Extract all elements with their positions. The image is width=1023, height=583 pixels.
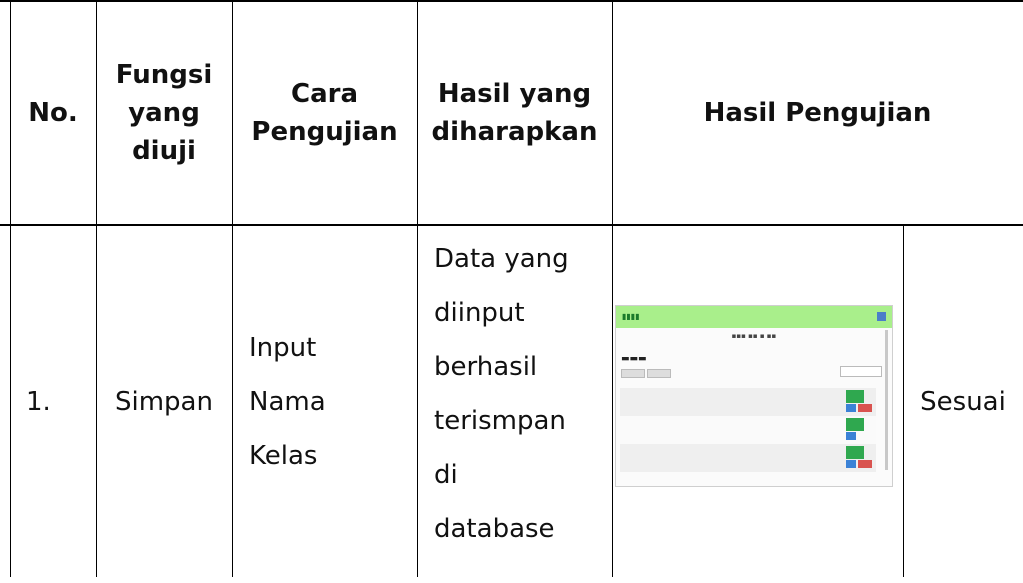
- header-cara-line-1: Cara: [291, 79, 358, 109]
- header-fungsi-line-1: Fungsi: [115, 60, 213, 90]
- header-hasil-harap-line-1: Hasil yang: [437, 79, 592, 109]
- row-1-cara-line-1: Input: [249, 332, 317, 363]
- row-1-cara-line-2: Nama: [249, 386, 326, 417]
- header-no: No.: [10, 2, 96, 224]
- row-1-status-value: Sesuai: [920, 386, 1006, 417]
- result-screenshot-image: ▮▮▮▮ ▪▪▪ ▪▪ ▪ ▪▪ ▬▬▬: [615, 305, 893, 487]
- header-hasil-harap-line-2: diharapkan: [431, 117, 598, 147]
- thumb-title: ▬▬▬: [621, 354, 647, 364]
- thumb-topbar: [616, 306, 892, 328]
- thumb-row-2: [620, 416, 876, 444]
- thumb-btn-1: [621, 369, 645, 378]
- thumb-scrollbar: [885, 330, 888, 470]
- thumb-row-1-delete: [858, 404, 872, 412]
- row-1-hasil-harap-line-4: terismpan: [434, 406, 566, 436]
- thumb-search-box: [840, 366, 882, 377]
- row-1-hasil-harap-line-6: database: [434, 514, 555, 544]
- row-1-hasil-harap: Data yang diinput berhasil terismpan di …: [434, 226, 612, 583]
- thumb-row-1: [620, 388, 876, 416]
- thumb-user-icon: [877, 312, 886, 321]
- thumb-row-3-view: [846, 460, 856, 468]
- row-1-status: Sesuai: [903, 226, 1023, 577]
- header-cara-line-2: Pengujian: [251, 117, 398, 147]
- header-hasil-harap: Hasil yang diharapkan: [417, 2, 612, 224]
- thumb-row-3-edit: [846, 446, 864, 459]
- header-cara: Cara Pengujian: [232, 2, 417, 224]
- header-fungsi-line-3: diuji: [132, 136, 196, 166]
- row-1-hasil-harap-line-3: berhasil: [434, 352, 538, 382]
- thumb-row-3-delete: [858, 460, 872, 468]
- thumb-row-1-edit: [846, 390, 864, 403]
- row-1-no-value: 1.: [26, 386, 51, 417]
- thumb-row-2-view: [846, 432, 856, 440]
- row-1-hasil-harap-line-2: diinput: [434, 298, 525, 328]
- header-hasil-uji-label: Hasil Pengujian: [703, 98, 932, 128]
- header-fungsi: Fungsi yang diuji: [96, 2, 232, 224]
- row-1-fungsi-value: Simpan: [115, 386, 213, 417]
- thumb-btn-2: [647, 369, 671, 378]
- thumb-row-2-edit: [846, 418, 864, 431]
- thumb-row-1-view: [846, 404, 856, 412]
- row-1-cara-line-3: Kelas: [249, 440, 318, 471]
- thumb-logo: ▮▮▮▮: [622, 312, 640, 321]
- row-1-cara: Input Nama Kelas: [249, 226, 417, 577]
- header-hasil-uji: Hasil Pengujian: [612, 2, 1023, 224]
- header-fungsi-line-2: yang: [128, 98, 200, 128]
- row-1-hasil-harap-line-5: di: [434, 460, 458, 490]
- row-1-fungsi: Simpan: [96, 226, 232, 577]
- header-no-label: No.: [28, 98, 78, 128]
- thumb-row-3: [620, 444, 876, 472]
- thumb-subtitle: ▪▪▪ ▪▪ ▪ ▪▪: [731, 332, 777, 340]
- row-1-hasil-harap-line-1: Data yang: [434, 244, 569, 274]
- row-1-no: 1.: [26, 226, 96, 577]
